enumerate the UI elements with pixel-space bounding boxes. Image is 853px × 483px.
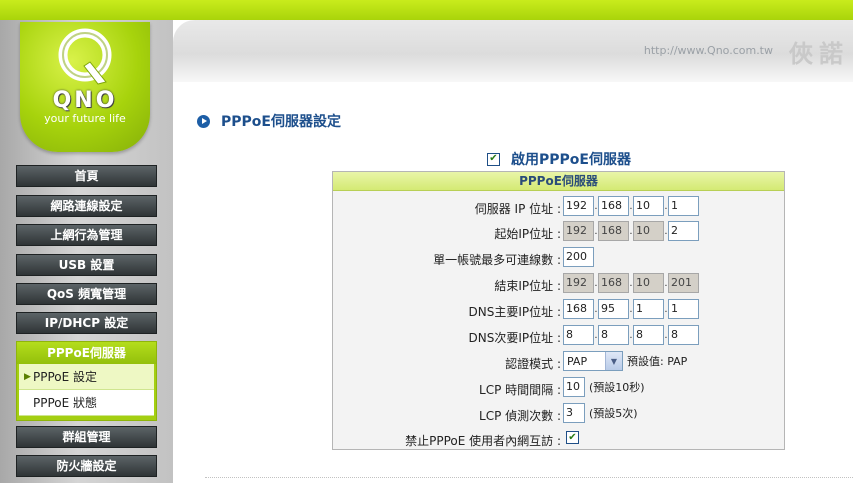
enable-pppoe-row: ✔ 啟用PPPoE伺服器	[487, 149, 631, 169]
form-row-block-intercom: 禁止PPPoE 使用者內網互訪 : ✔	[333, 427, 784, 451]
start-ip-octet-2: 168	[598, 221, 629, 241]
form-row-dns-primary: DNS主要IP位址 : 168. 95. 1. 1	[333, 298, 784, 322]
brand-calligraphy: 俠諾	[789, 39, 849, 68]
bullet-arrow-icon	[197, 114, 210, 128]
dns-secondary-label: DNS次要IP位址 :	[468, 331, 561, 345]
form-row-lcp-interval: LCP 時間間隔 : 10 (預設10秒)	[333, 376, 784, 400]
dns-primary-octet-1[interactable]: 168	[563, 299, 594, 319]
nav-pppoe-server[interactable]: PPPoE伺服器	[17, 342, 156, 364]
logo-wordmark: QNO	[52, 88, 118, 113]
nav-network-setup[interactable]: 網路連線設定	[16, 195, 157, 217]
end-ip-octet-4: 201	[668, 273, 699, 293]
nav-pppoe-settings[interactable]: ▶ PPPoE 設定	[19, 364, 154, 390]
auth-mode-label: 認證模式 :	[505, 357, 561, 371]
form-row-server-ip: 伺服器 IP 位址 : 192. 168. 10. 1	[333, 195, 784, 219]
max-sessions-input[interactable]: 200	[563, 247, 594, 267]
panel-header: PPPoE伺服器	[333, 172, 784, 191]
end-ip-octet-3: 10	[633, 273, 664, 293]
q-logo-icon	[58, 28, 112, 85]
sidebar: QNO your future life 首頁 網路連線設定 上網行為管理 US…	[0, 20, 173, 483]
form-row-start-ip: 起始IP位址 : 192. 168. 10. 2	[333, 220, 784, 244]
dns-primary-label: DNS主要IP位址 :	[468, 305, 561, 319]
start-ip-octet-3: 10	[633, 221, 664, 241]
start-ip-label: 起始IP位址 :	[494, 227, 561, 241]
lcp-interval-input[interactable]: 10	[563, 377, 585, 397]
server-ip-label: 伺服器 IP 位址 :	[474, 202, 561, 216]
server-ip-octet-1[interactable]: 192	[563, 196, 594, 216]
nav-internet-behavior[interactable]: 上網行為管理	[16, 224, 157, 246]
dns-secondary-octet-2[interactable]: 8	[598, 325, 629, 345]
start-ip-octet-4[interactable]: 2	[668, 221, 699, 241]
auth-mode-hint: 預設值: PAP	[627, 355, 688, 368]
form-row-lcp-failures: LCP 偵測次數 : 3 (預設5次)	[333, 402, 784, 426]
lcp-interval-hint: (預設10秒)	[589, 381, 645, 394]
page-title: PPPoE伺服器設定	[197, 111, 341, 131]
nav-firewall[interactable]: 防火牆設定	[16, 455, 157, 477]
nav-usb-settings[interactable]: USB 設置	[16, 254, 157, 276]
pppoe-form-panel: PPPoE伺服器 伺服器 IP 位址 : 192. 168. 10. 1 起始I…	[332, 171, 785, 450]
dns-primary-octet-4[interactable]: 1	[668, 299, 699, 319]
form-row-end-ip: 結束IP位址 : 192. 168. 10. 201	[333, 272, 784, 296]
max-sessions-label: 單一帳號最多可連線數 :	[433, 253, 561, 267]
top-accent-bar	[0, 0, 853, 20]
lcp-interval-label: LCP 時間間隔 :	[479, 383, 561, 397]
enable-pppoe-label: 啟用PPPoE伺服器	[511, 152, 631, 168]
dns-secondary-octet-1[interactable]: 8	[563, 325, 594, 345]
server-ip-octet-4[interactable]: 1	[668, 196, 699, 216]
header-banner: http://www.Qno.com.tw 俠諾	[173, 20, 853, 82]
auth-mode-value: PAP	[567, 354, 588, 368]
chevron-down-icon[interactable]: ▼	[605, 352, 622, 370]
lcp-failures-hint: (預設5次)	[589, 407, 638, 420]
logo[interactable]: QNO your future life	[20, 22, 150, 152]
logo-tagline: your future life	[44, 112, 126, 125]
nav-ip-dhcp[interactable]: IP/DHCP 設定	[16, 312, 157, 334]
lcp-failures-label: LCP 偵測次數 :	[479, 409, 561, 423]
page-title-text: PPPoE伺服器設定	[221, 114, 341, 130]
nav-pppoe-status-label: PPPoE 狀態	[33, 396, 98, 410]
header-url: http://www.Qno.com.tw	[643, 44, 773, 57]
enable-pppoe-checkbox[interactable]: ✔	[487, 152, 500, 166]
dns-secondary-octet-3[interactable]: 8	[633, 325, 664, 345]
dns-secondary-octet-4[interactable]: 8	[668, 325, 699, 345]
nav-home[interactable]: 首頁	[16, 165, 157, 187]
block-intercom-label: 禁止PPPoE 使用者內網互訪 :	[405, 434, 561, 448]
nav-qos[interactable]: QoS 頻寬管理	[16, 283, 157, 305]
form-row-max-sessions: 單一帳號最多可連線數 : 200	[333, 246, 784, 270]
server-ip-octet-3[interactable]: 10	[633, 196, 664, 216]
auth-mode-select[interactable]: PAP ▼	[563, 351, 623, 371]
end-ip-octet-1: 192	[563, 273, 594, 293]
bottom-divider	[205, 477, 853, 478]
block-intercom-checkbox[interactable]: ✔	[566, 431, 579, 444]
form-row-dns-secondary: DNS次要IP位址 : 8. 8. 8. 8	[333, 324, 784, 348]
form-row-auth-mode: 認證模式 : PAP ▼ 預設值: PAP	[333, 350, 784, 374]
caret-right-icon: ▶	[24, 372, 31, 382]
dns-primary-octet-2[interactable]: 95	[598, 299, 629, 319]
dns-primary-octet-3[interactable]: 1	[633, 299, 664, 319]
nav-pppoe-settings-label: PPPoE 設定	[33, 370, 98, 384]
nav-pppoe-status[interactable]: PPPoE 狀態	[19, 390, 154, 416]
nav-group-pppoe: PPPoE伺服器 ▶ PPPoE 設定 PPPoE 狀態	[16, 341, 157, 421]
start-ip-octet-1: 192	[563, 221, 594, 241]
end-ip-octet-2: 168	[598, 273, 629, 293]
nav-group-management[interactable]: 群組管理	[16, 426, 157, 448]
lcp-failures-input[interactable]: 3	[563, 403, 585, 423]
server-ip-octet-2[interactable]: 168	[598, 196, 629, 216]
end-ip-label: 結束IP位址 :	[494, 279, 561, 293]
